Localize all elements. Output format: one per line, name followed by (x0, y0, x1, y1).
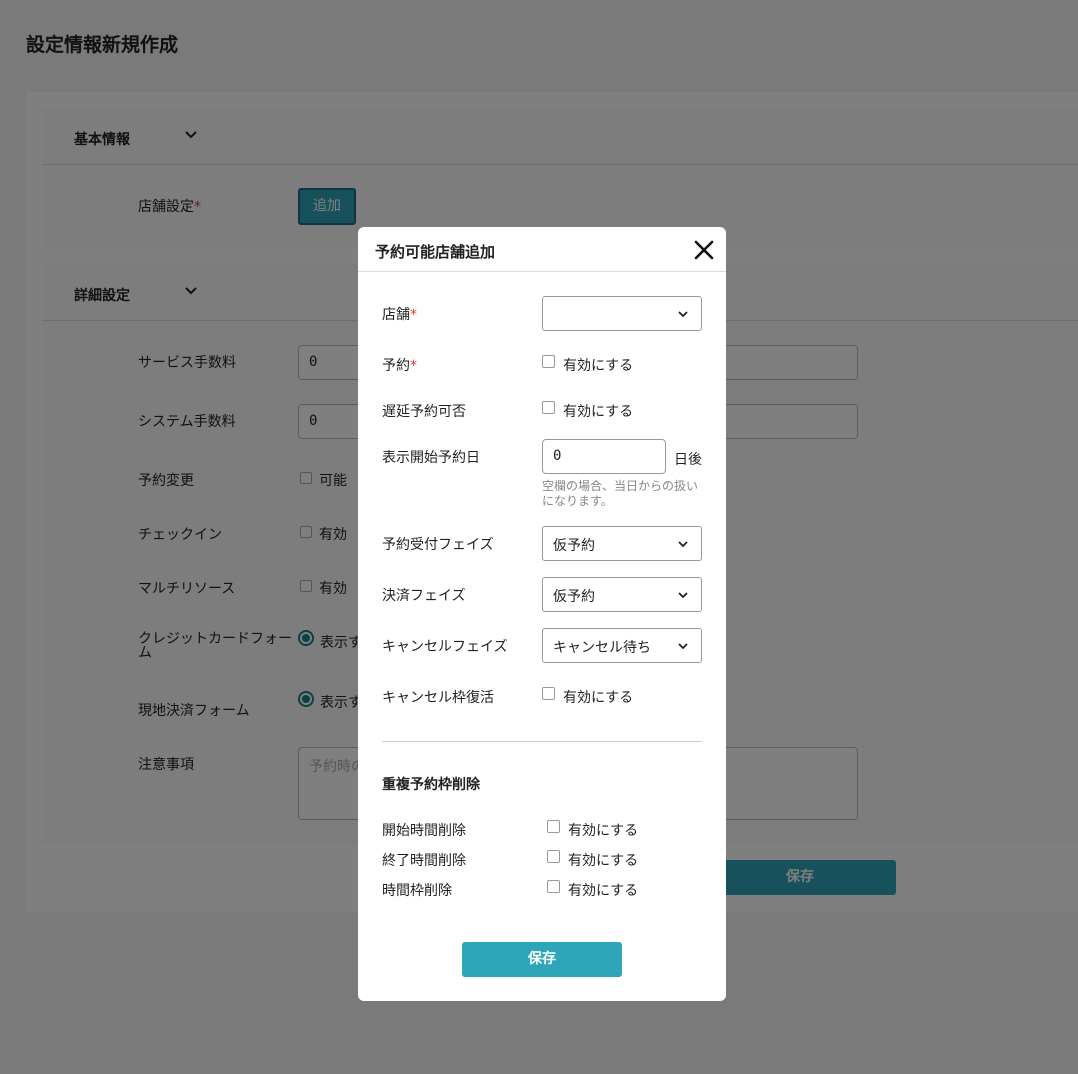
modal-header: 予約可能店舗追加 (358, 227, 726, 272)
time-slot-delete-label: 時間枠削除 (382, 883, 452, 899)
reservation-label: 予約* (382, 358, 417, 374)
cancel-phase-select[interactable]: キャンセル待ち (542, 628, 702, 663)
display-start-unit: 日後 (674, 452, 702, 468)
payment-phase-select[interactable]: 仮予約 (542, 577, 702, 612)
accept-phase-select[interactable]: 仮予約 (542, 526, 702, 561)
display-start-input[interactable]: 0 (542, 439, 666, 474)
reservation-checkbox[interactable] (542, 355, 555, 368)
end-time-delete-checkbox[interactable] (547, 850, 560, 863)
accept-phase-label: 予約受付フェイズ (382, 537, 494, 553)
duplicate-slot-title: 重複予約枠削除 (382, 777, 480, 793)
late-reservation-label: 遅延予約可否 (382, 404, 466, 420)
reservation-checkbox-label: 有効にする (563, 358, 634, 374)
add-store-modal: 予約可能店舗追加 店舗* 予約* 有効にする 遅延予約可否 有効にする 表示開始… (358, 227, 726, 1001)
cancel-phase-label: キャンセルフェイズ (382, 639, 508, 655)
end-time-delete-label: 終了時間削除 (382, 853, 466, 869)
cancel-restore-checkbox[interactable] (542, 687, 555, 700)
chevron-down-icon (678, 592, 688, 599)
modal-title: 予約可能店舗追加 (375, 243, 496, 261)
display-start-label: 表示開始予約日 (382, 450, 480, 466)
chevron-down-icon (678, 541, 688, 548)
payment-phase-value: 仮予約 (553, 589, 595, 605)
store-label: 店舗* (382, 307, 417, 323)
chevron-down-icon (678, 311, 688, 318)
payment-phase-label: 決済フェイズ (382, 588, 466, 604)
late-reservation-checkbox[interactable] (542, 401, 555, 414)
store-select[interactable] (542, 296, 702, 331)
close-icon[interactable] (692, 238, 716, 262)
chevron-down-icon (678, 643, 688, 650)
time-slot-delete-checkbox[interactable] (547, 880, 560, 893)
end-time-delete-checkbox-label: 有効にする (568, 853, 639, 869)
display-start-hint: 空欄の場合、当日からの扱いになります。 (542, 479, 699, 508)
cancel-restore-checkbox-label: 有効にする (563, 690, 634, 706)
cancel-restore-label: キャンセル枠復活 (382, 690, 494, 706)
start-time-delete-label: 開始時間削除 (382, 823, 466, 839)
cancel-phase-value: キャンセル待ち (553, 640, 651, 656)
accept-phase-value: 仮予約 (553, 538, 595, 554)
start-time-delete-checkbox[interactable] (547, 820, 560, 833)
modal-save-button[interactable]: 保存 (462, 942, 622, 977)
section-divider (382, 741, 702, 742)
start-time-delete-checkbox-label: 有効にする (568, 823, 639, 839)
late-reservation-checkbox-label: 有効にする (563, 404, 634, 420)
time-slot-delete-checkbox-label: 有効にする (568, 883, 639, 899)
